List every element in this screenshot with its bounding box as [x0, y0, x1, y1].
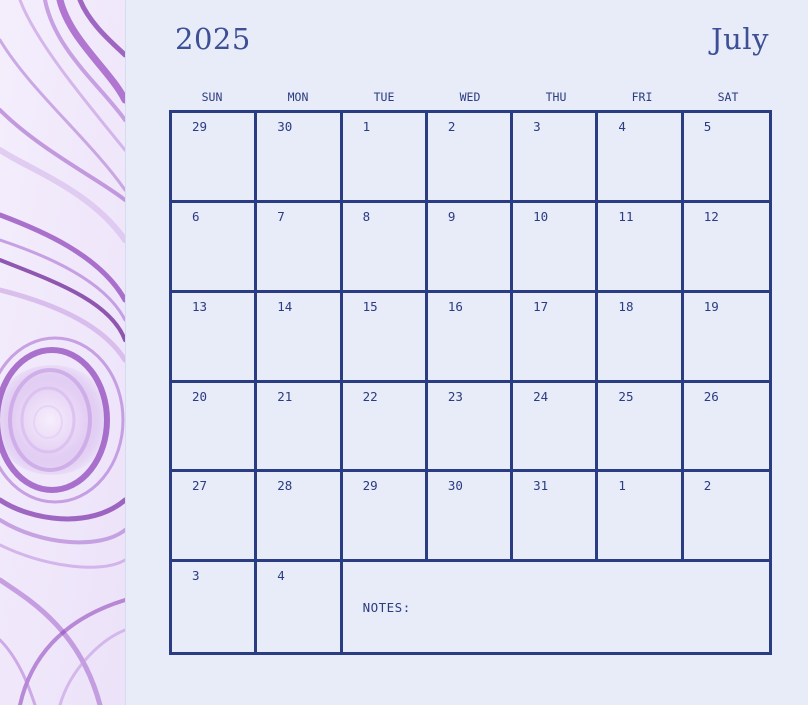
day-cell[interactable]: 21	[257, 382, 343, 473]
day-cell[interactable]: 11	[598, 202, 684, 293]
day-number: 28	[277, 478, 293, 494]
day-number: 9	[447, 208, 456, 224]
day-number: 10	[533, 208, 549, 224]
weekday-label: TUE	[373, 90, 395, 104]
day-number: 2	[447, 119, 456, 134]
day-cell[interactable]: 1	[342, 113, 428, 203]
day-cell[interactable]: 8	[342, 202, 428, 293]
day-number: 6	[192, 208, 200, 224]
day-cell[interactable]: 10	[513, 202, 599, 293]
day-cell[interactable]: 27	[172, 472, 258, 563]
day-number: 22	[362, 388, 378, 404]
day-cell[interactable]: 14	[257, 292, 343, 383]
day-cell[interactable]: 26	[683, 383, 769, 473]
day-cell[interactable]: 1	[598, 472, 684, 563]
day-number: 12	[703, 208, 719, 224]
day-number: 11	[618, 208, 634, 224]
day-number: 13	[192, 298, 208, 314]
notes-area[interactable]: NOTES:	[343, 562, 769, 652]
day-cell[interactable]: 20	[172, 382, 258, 473]
day-number: 8	[362, 208, 371, 224]
day-number: 3	[192, 568, 200, 584]
day-cell[interactable]: 31	[513, 472, 599, 563]
weekday-label: MON	[287, 90, 309, 104]
weekday-label: SUN	[201, 90, 223, 104]
marble-decoration	[0, 0, 125, 705]
day-number: 1	[362, 119, 371, 134]
day-number: 26	[703, 388, 719, 404]
day-cell[interactable]: 7	[257, 202, 343, 293]
day-cell[interactable]: 30	[427, 472, 514, 563]
day-cell[interactable]: 2	[683, 472, 769, 563]
day-number: 23	[447, 388, 463, 404]
day-cell[interactable]: 23	[427, 382, 514, 473]
day-number: 14	[277, 298, 293, 314]
day-cell[interactable]: 16	[427, 292, 514, 383]
day-number: 29	[362, 478, 378, 494]
day-number: 24	[533, 388, 549, 404]
day-cell[interactable]: 25	[598, 382, 684, 473]
calendar-month: July	[711, 22, 769, 56]
day-cell[interactable]: 29	[172, 113, 258, 203]
day-cell[interactable]: 4	[257, 562, 343, 652]
day-number: 21	[277, 388, 293, 404]
day-cell[interactable]: 24	[513, 382, 599, 473]
day-number: 4	[277, 568, 285, 584]
weekday-label: WED	[459, 90, 481, 104]
day-cell[interactable]: 9	[427, 202, 514, 293]
day-cell[interactable]: 13	[172, 292, 258, 383]
day-cell[interactable]: 22	[342, 382, 428, 473]
day-number: 30	[277, 119, 293, 134]
day-cell[interactable]: 29	[342, 472, 428, 563]
day-number: 7	[277, 208, 285, 224]
day-number: 16	[447, 298, 463, 314]
day-number: 29	[192, 119, 208, 134]
day-cell[interactable]: 15	[342, 292, 428, 383]
day-cell[interactable]: 19	[683, 293, 769, 383]
day-cell[interactable]: 2	[427, 113, 514, 203]
weekday-header-row: SUN MON TUE WED THU FRI SAT	[169, 90, 773, 108]
calendar-year: 2025	[175, 22, 251, 56]
weekday-label: FRI	[631, 90, 653, 104]
day-number: 27	[192, 478, 208, 494]
weekday-label: THU	[545, 90, 567, 104]
day-number: 31	[533, 478, 549, 494]
calendar-page: 2025 July SUN MON TUE WED THU FRI SAT 29…	[125, 0, 808, 705]
day-number: 1	[618, 478, 626, 494]
day-number: 4	[618, 119, 626, 134]
day-number: 3	[533, 119, 541, 134]
day-cell[interactable]: 30	[257, 113, 343, 203]
day-number: 17	[533, 298, 549, 314]
day-number: 19	[703, 298, 719, 314]
day-number: 30	[447, 478, 463, 494]
notes-label: NOTES:	[362, 600, 411, 616]
day-cell[interactable]: 28	[257, 472, 343, 563]
day-number: 25	[618, 388, 634, 404]
day-number: 2	[703, 478, 712, 494]
weekday-label: SAT	[717, 90, 739, 104]
day-cell[interactable]: 4	[598, 113, 684, 203]
day-cell[interactable]: 3	[513, 113, 599, 203]
day-cell[interactable]: 17	[513, 292, 599, 383]
day-number: 20	[192, 388, 208, 404]
day-cell[interactable]: 12	[683, 203, 769, 293]
day-number: 5	[703, 119, 712, 134]
day-cell[interactable]: 5	[683, 113, 769, 203]
day-number: 18	[618, 298, 634, 314]
day-number: 15	[362, 298, 378, 314]
day-cell[interactable]: 18	[598, 292, 684, 383]
calendar-grid: 29 30 1 2 3 4 5 6 7 8 9 10 11 12 13 14 1…	[169, 110, 772, 655]
day-cell[interactable]: 6	[172, 202, 258, 293]
day-cell[interactable]: 3	[172, 562, 258, 652]
